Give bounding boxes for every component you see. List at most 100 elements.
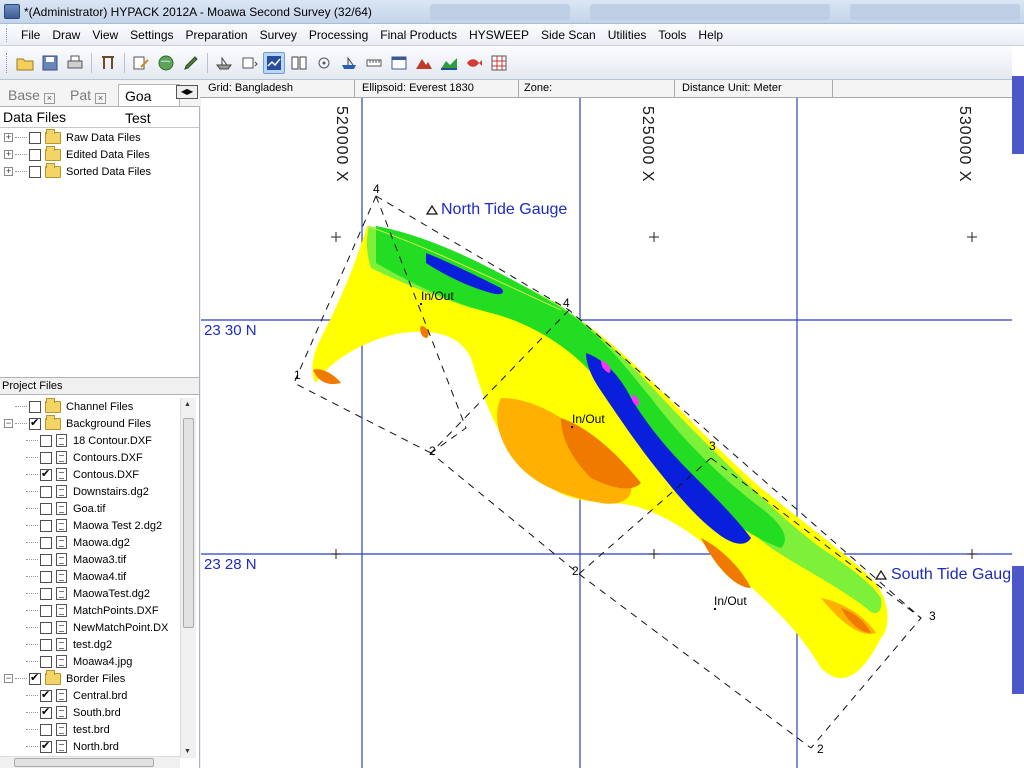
tree-item[interactable]: test.dg2 bbox=[4, 636, 168, 653]
scrollbar-thumb[interactable] bbox=[183, 418, 194, 628]
tree-item[interactable]: Maowa Test 2.dg2 bbox=[4, 517, 168, 534]
menu-view[interactable]: View bbox=[86, 28, 124, 42]
menu-draw[interactable]: Draw bbox=[46, 28, 86, 42]
gps-icon[interactable] bbox=[313, 52, 335, 74]
menu-hysweep[interactable]: HYSWEEP bbox=[463, 28, 535, 42]
menu-file[interactable]: File bbox=[15, 28, 46, 42]
tree-item[interactable]: − Background Files bbox=[4, 414, 168, 432]
tree-item-edited-data-files[interactable]: + Edited Data Files bbox=[4, 145, 151, 163]
tree-item-sorted-data-files[interactable]: + Sorted Data Files bbox=[4, 162, 151, 180]
hypack-app-icon[interactable] bbox=[4, 4, 20, 19]
tab-goa-test[interactable]: Goa Test bbox=[118, 84, 180, 126]
checkbox[interactable] bbox=[40, 553, 52, 566]
tree-item[interactable]: MaowaTest.dg2 bbox=[4, 585, 168, 602]
close-icon[interactable]: × bbox=[95, 93, 107, 104]
menu-survey[interactable]: Survey bbox=[254, 28, 303, 42]
expand-icon[interactable]: + bbox=[4, 150, 13, 159]
checkbox[interactable] bbox=[40, 519, 52, 532]
pencil-icon[interactable] bbox=[180, 52, 202, 74]
window-icon[interactable] bbox=[388, 52, 410, 74]
checkbox[interactable] bbox=[40, 467, 52, 481]
tree-item[interactable]: Goa.tif bbox=[4, 500, 168, 517]
checkbox[interactable] bbox=[40, 570, 52, 583]
checkbox[interactable] bbox=[29, 131, 41, 144]
checkbox[interactable] bbox=[40, 705, 52, 719]
project-files-scrollbar[interactable]: ▲ ▼ bbox=[180, 398, 196, 758]
boat-icon[interactable] bbox=[338, 52, 360, 74]
tree-item[interactable]: North.brd bbox=[4, 738, 168, 755]
terrain-icon[interactable] bbox=[413, 52, 435, 74]
checkbox[interactable] bbox=[40, 587, 52, 600]
collapse-icon[interactable]: − bbox=[4, 674, 13, 683]
save-icon[interactable] bbox=[39, 52, 61, 74]
tree-item[interactable]: test.brd bbox=[4, 721, 168, 738]
expand-icon[interactable]: + bbox=[4, 133, 13, 142]
sector-number: 3 bbox=[709, 439, 716, 453]
expand-icon[interactable]: + bbox=[4, 167, 13, 176]
close-icon[interactable]: × bbox=[43, 93, 55, 104]
checkbox[interactable] bbox=[40, 688, 52, 702]
tree-icon[interactable] bbox=[97, 52, 119, 74]
globe-icon[interactable] bbox=[155, 52, 177, 74]
open-folder-icon[interactable] bbox=[14, 52, 36, 74]
book-icon[interactable] bbox=[288, 52, 310, 74]
checkbox[interactable] bbox=[40, 485, 52, 498]
draw-icon[interactable] bbox=[130, 52, 152, 74]
tree-item[interactable]: Contours.DXF bbox=[4, 449, 168, 466]
menu-tools[interactable]: Tools bbox=[652, 28, 692, 42]
menu-final-products[interactable]: Final Products bbox=[374, 28, 463, 42]
tree-item[interactable]: Moawa4.jpg bbox=[4, 653, 168, 670]
tree-item[interactable]: Maowa.dg2 bbox=[4, 534, 168, 551]
vessel-icon[interactable] bbox=[213, 52, 235, 74]
tab-scroll-arrows-icon[interactable]: ◀▶ bbox=[176, 85, 198, 99]
checkbox[interactable] bbox=[40, 502, 52, 515]
menu-utilities[interactable]: Utilities bbox=[602, 28, 653, 42]
checkbox[interactable] bbox=[40, 451, 52, 464]
checkbox[interactable] bbox=[29, 148, 41, 161]
print-icon[interactable] bbox=[64, 52, 86, 74]
scroll-down-icon[interactable]: ▼ bbox=[184, 748, 191, 755]
map-canvas[interactable]: 520000 X 525000 X 530000 X 23 30 N 23 28… bbox=[201, 98, 1012, 768]
checkbox[interactable] bbox=[40, 655, 52, 668]
tree-item[interactable]: Central.brd bbox=[4, 687, 168, 704]
tab-base[interactable]: Base × bbox=[2, 84, 55, 106]
ruler-icon[interactable] bbox=[363, 52, 385, 74]
menu-help[interactable]: Help bbox=[692, 28, 729, 42]
tree-item[interactable]: 18 Contour.DXF bbox=[4, 432, 168, 449]
tree-item[interactable]: Downstairs.dg2 bbox=[4, 483, 168, 500]
checkbox[interactable] bbox=[40, 638, 52, 651]
tree-item[interactable]: MatchPoints.DXF bbox=[4, 602, 168, 619]
tree-item[interactable]: NewMatchPoint.DX bbox=[4, 619, 168, 636]
checkbox[interactable] bbox=[29, 671, 41, 685]
hscrollbar-thumb[interactable] bbox=[14, 758, 154, 767]
collapse-icon[interactable]: − bbox=[4, 419, 13, 428]
grid-icon[interactable] bbox=[488, 52, 510, 74]
checkbox[interactable] bbox=[40, 434, 52, 447]
scroll-up-icon[interactable]: ▲ bbox=[184, 401, 191, 408]
checkbox[interactable] bbox=[29, 400, 41, 413]
checkbox[interactable] bbox=[40, 723, 52, 736]
menu-processing[interactable]: Processing bbox=[303, 28, 374, 42]
tree-item[interactable]: − Border Files bbox=[4, 669, 168, 687]
menu-settings[interactable]: Settings bbox=[124, 28, 179, 42]
checkbox[interactable] bbox=[29, 165, 41, 178]
checkbox[interactable] bbox=[29, 416, 41, 430]
select-icon[interactable] bbox=[238, 52, 260, 74]
checkbox[interactable] bbox=[40, 739, 52, 753]
tree-item[interactable]: Maowa4.tif bbox=[4, 568, 168, 585]
checkbox[interactable] bbox=[40, 621, 52, 634]
tab-pat[interactable]: Pat × bbox=[64, 84, 107, 106]
menu-preparation[interactable]: Preparation bbox=[180, 28, 254, 42]
tree-item[interactable]: Maowa3.tif bbox=[4, 551, 168, 568]
chart-icon[interactable] bbox=[263, 51, 285, 74]
project-files-hscrollbar[interactable] bbox=[0, 756, 180, 768]
checkbox[interactable] bbox=[40, 604, 52, 617]
shore-icon[interactable] bbox=[438, 52, 460, 74]
fish-icon[interactable] bbox=[463, 52, 485, 74]
checkbox[interactable] bbox=[40, 536, 52, 549]
tree-item-raw-data-files[interactable]: + Raw Data Files bbox=[4, 128, 151, 146]
tree-item[interactable]: +Channel Files bbox=[4, 397, 168, 415]
menu-side-scan[interactable]: Side Scan bbox=[535, 28, 602, 42]
tree-item[interactable]: Contous.DXF bbox=[4, 466, 168, 483]
tree-item[interactable]: South.brd bbox=[4, 704, 168, 721]
